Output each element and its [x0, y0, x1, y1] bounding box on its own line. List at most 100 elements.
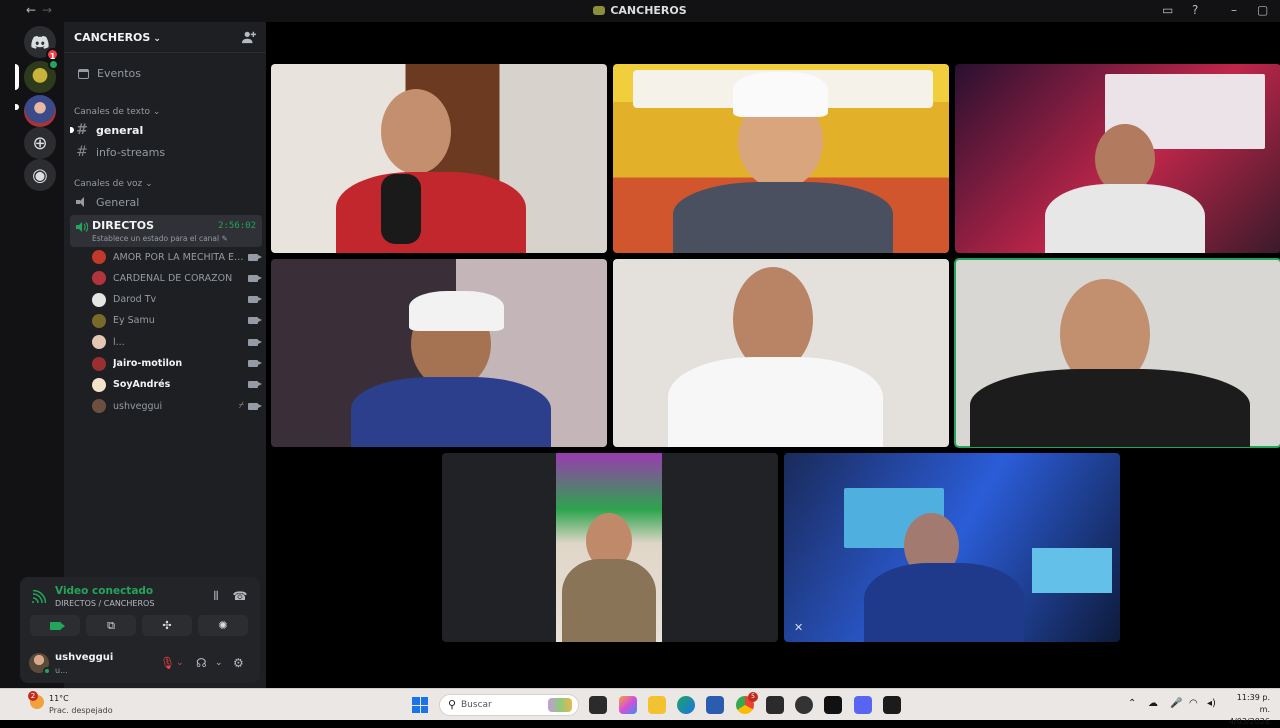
taskbar: 2 11°C Prac. despejado ⚲ Buscar 5 ⌃ ☁ 🎤 …: [0, 688, 1280, 726]
store-icon[interactable]: [706, 696, 724, 714]
volume-icon[interactable]: ◂): [1207, 698, 1216, 709]
weather-widget[interactable]: 2 11°C Prac. despejado: [28, 691, 130, 717]
voice-member[interactable]: Jairo-motilon: [92, 354, 262, 374]
disconnect-icon[interactable]: ☎: [232, 589, 248, 603]
voice-member[interactable]: Ey Samu: [92, 311, 262, 331]
search-highlight-icon: [548, 698, 572, 712]
video-tile[interactable]: [271, 64, 607, 253]
avatar: [92, 335, 106, 350]
avatar[interactable]: [29, 653, 51, 675]
chevron-down-icon: ⌄: [145, 179, 153, 189]
voice-channel-general[interactable]: General: [74, 192, 260, 212]
voice-member[interactable]: l...: [92, 332, 262, 352]
capcut-icon[interactable]: [883, 696, 901, 714]
soundboard-button[interactable]: ✺: [198, 615, 248, 636]
microphone-muted-icon[interactable]: 🎙: [160, 656, 175, 670]
events-link[interactable]: Eventos: [78, 67, 141, 80]
video-tile[interactable]: [613, 64, 949, 253]
onedrive-icon[interactable]: ☁: [1148, 698, 1158, 709]
avatar: [92, 313, 106, 328]
add-server-button[interactable]: ⊕: [24, 127, 56, 159]
voice-member[interactable]: AMOR POR LA MECHITA EN ...: [92, 247, 262, 267]
camera-on-icon: [248, 253, 262, 261]
channel-status[interactable]: Establece un estado para el canal ✎: [92, 234, 228, 243]
speaker-live-icon: [76, 222, 88, 232]
chevron-down-icon[interactable]: ⌄: [215, 658, 223, 668]
screen-share-icon: ⧉: [107, 618, 115, 632]
minimize-icon[interactable]: –: [1231, 3, 1237, 17]
camera-on-icon: [248, 317, 262, 325]
participant-video: [556, 453, 662, 642]
user-name[interactable]: ushveggui: [55, 652, 113, 663]
inbox-icon[interactable]: ▭: [1162, 3, 1173, 17]
direct-messages-button[interactable]: 1: [24, 26, 59, 61]
file-explorer-icon[interactable]: [648, 696, 666, 714]
camera-icon: [49, 621, 65, 630]
camera-button[interactable]: [30, 615, 80, 636]
activities-button[interactable]: ✣: [142, 615, 192, 636]
camera-on-icon: [248, 402, 262, 410]
channel-general[interactable]: # general: [70, 120, 260, 140]
video-tile[interactable]: [271, 259, 607, 447]
system-clock[interactable]: 11:39 p. m. 4/03/2026: [1226, 692, 1270, 728]
server-cancheros[interactable]: [24, 59, 59, 93]
maximize-icon[interactable]: ▢: [1257, 3, 1268, 17]
camera-on-icon: [248, 381, 262, 389]
text-channels-category[interactable]: Canales de texto ⌄: [74, 107, 160, 117]
epic-games-icon[interactable]: [766, 696, 784, 714]
voice-channel-directos[interactable]: DIRECTOS 2:56:02 Establece un estado par…: [70, 215, 262, 247]
avatar: [92, 377, 106, 392]
edge-icon[interactable]: [677, 696, 695, 714]
tiktok-icon[interactable]: [824, 696, 842, 714]
clock-date: 4/03/2026: [1228, 717, 1270, 726]
explore-servers-button[interactable]: ◉: [24, 159, 56, 191]
member-name: Darod Tv: [113, 294, 157, 306]
speaker-icon: [76, 197, 88, 207]
tray-chevron-up-icon[interactable]: ⌃: [1128, 698, 1136, 709]
voice-member[interactable]: SoyAndrés: [92, 375, 262, 395]
member-name: ushveggui: [113, 400, 163, 412]
screen-share-button[interactable]: ⧉: [86, 615, 136, 636]
search-box[interactable]: ⚲ Buscar: [439, 694, 579, 716]
help-icon[interactable]: ?: [1192, 3, 1198, 17]
voice-channels-category[interactable]: Canales de voz ⌄: [74, 179, 153, 189]
guild-name[interactable]: CANCHEROS ⌄: [74, 31, 161, 44]
connection-signal-icon[interactable]: [32, 590, 46, 604]
wifi-icon[interactable]: ◠: [1189, 698, 1198, 709]
chrome-icon[interactable]: 5: [736, 692, 758, 714]
copilot-icon[interactable]: [619, 696, 637, 714]
discord-icon[interactable]: [854, 696, 872, 714]
channel-info-streams[interactable]: # info-streams: [74, 142, 260, 162]
connection-status[interactable]: Video conectado: [55, 585, 153, 597]
invite-user-icon[interactable]: [242, 30, 256, 44]
obs-icon[interactable]: [795, 696, 813, 714]
video-tile[interactable]: ✕: [784, 453, 1120, 642]
chevron-down-icon[interactable]: ⌄: [176, 658, 184, 668]
video-tile-speaking[interactable]: [954, 258, 1280, 448]
headphones-icon[interactable]: ☊: [196, 656, 207, 670]
camera-on-icon: [248, 296, 262, 304]
video-tile[interactable]: [955, 64, 1280, 253]
start-button[interactable]: [412, 697, 428, 713]
video-tile[interactable]: [613, 259, 949, 447]
user-bar: ushveggui u... 🎙 ⌄ ☊ ⌄ ⚙: [20, 643, 260, 683]
guild-header[interactable]: CANCHEROS ⌄: [64, 22, 266, 53]
title-bar: ← → CANCHEROS ▭ ? – ▢: [0, 0, 1280, 22]
server-avatar[interactable]: [24, 95, 56, 127]
member-name: SoyAndrés: [113, 379, 171, 391]
voice-member[interactable]: Darod Tv: [92, 290, 262, 310]
user-status: u...: [55, 666, 68, 675]
connection-location[interactable]: DIRECTOS / CANCHEROS: [55, 599, 154, 608]
microphone-icon[interactable]: 🎤: [1170, 698, 1182, 709]
video-tile[interactable]: [442, 453, 778, 642]
noise-suppression-icon[interactable]: ⦀: [208, 589, 224, 603]
discord-logo-icon: [31, 36, 49, 49]
participant-video: [381, 89, 451, 174]
clock-time: 11:39 p. m.: [1236, 693, 1270, 714]
task-view-icon[interactable]: [589, 696, 607, 714]
voice-member[interactable]: ushveggui ⌿: [92, 396, 262, 416]
settings-gear-icon[interactable]: ⚙: [233, 656, 244, 670]
temperature: 11°C: [49, 694, 69, 703]
avatar: [92, 399, 106, 414]
voice-member[interactable]: CARDENAL DE CORAZON: [92, 268, 262, 288]
